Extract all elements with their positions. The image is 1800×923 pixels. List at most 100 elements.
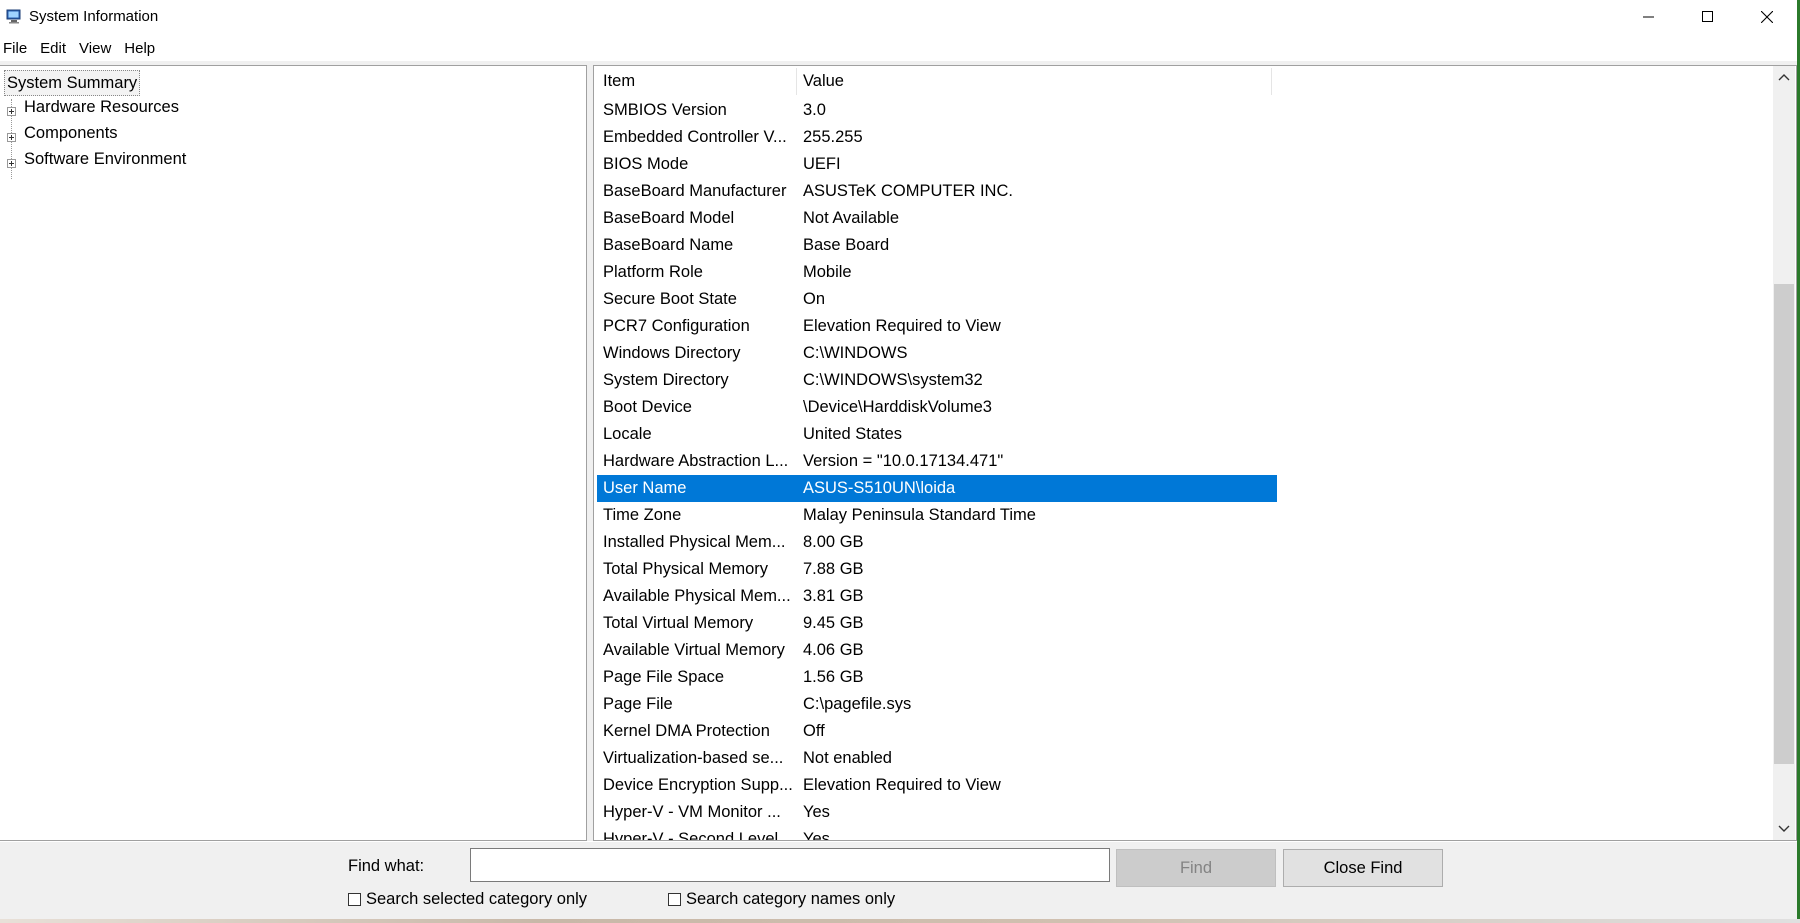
expand-components-icon[interactable]	[7, 133, 16, 142]
tree-item-hardware-resources[interactable]: Hardware Resources	[24, 95, 179, 119]
title-bar[interactable]: System Information	[0, 0, 1797, 34]
row-value-cell: C:\pagefile.sys	[803, 695, 912, 713]
column-header-item[interactable]: Item	[597, 68, 797, 95]
table-row[interactable]: Available Physical Mem... 3.81 GB	[597, 583, 1277, 610]
close-find-button[interactable]: Close Find	[1283, 849, 1443, 887]
table-row[interactable]: Platform Role Mobile	[597, 259, 1277, 286]
category-tree[interactable]: System Summary Hardware Resources Compon…	[0, 65, 587, 841]
row-item-cell: Secure Boot State	[603, 290, 737, 308]
search-selected-category-checkbox[interactable]: Search selected category only	[348, 890, 587, 909]
maximize-button[interactable]	[1679, 0, 1737, 34]
table-row[interactable]: Device Encryption Supp... Elevation Requi…	[597, 772, 1277, 799]
table-row[interactable]: Hyper-V - VM Monitor ... Yes	[597, 799, 1277, 826]
row-value-cell: 255.255	[803, 128, 863, 146]
table-row[interactable]: Page File C:\pagefile.sys	[597, 691, 1277, 718]
row-item-cell: Kernel DMA Protection	[603, 722, 770, 740]
tree-item-software-environment[interactable]: Software Environment	[24, 147, 186, 171]
table-row[interactable]: Total Virtual Memory 9.45 GB	[597, 610, 1277, 637]
close-button[interactable]	[1738, 0, 1796, 34]
table-row[interactable]: PCR7 Configuration Elevation Required to …	[597, 313, 1277, 340]
taskbar-edge	[0, 919, 1800, 923]
find-button[interactable]: Find	[1116, 849, 1276, 887]
table-row[interactable]: BIOS Mode UEFI	[597, 151, 1277, 178]
scroll-up-button[interactable]	[1773, 66, 1795, 88]
row-item-cell: Embedded Controller V...	[603, 128, 787, 146]
find-what-label: Find what:	[348, 857, 425, 875]
row-item-cell: BaseBoard Model	[603, 209, 735, 227]
tree-item-components[interactable]: Components	[24, 121, 118, 145]
row-value-cell: ASUS-S510UN\loida	[803, 479, 956, 497]
table-row[interactable]: Locale United States	[597, 421, 1277, 448]
scroll-thumb[interactable]	[1774, 284, 1794, 764]
table-row[interactable]: Boot Device \Device\HarddiskVolume3	[597, 394, 1277, 421]
row-item-cell: Platform Role	[603, 263, 703, 281]
row-value-cell: Not Available	[803, 209, 900, 227]
row-value-cell: 3.81 GB	[803, 587, 864, 605]
row-item-cell: User Name	[603, 479, 687, 497]
row-value-cell: Not enabled	[803, 749, 892, 767]
menu-edit[interactable]: Edit	[37, 37, 72, 61]
row-item-cell: Available Physical Mem...	[603, 587, 791, 605]
table-row[interactable]: Page File Space 1.56 GB	[597, 664, 1277, 691]
table-row[interactable]: Kernel DMA Protection Off	[597, 718, 1277, 745]
row-value-cell: UEFI	[803, 155, 841, 173]
row-item-cell: Page File	[603, 695, 673, 713]
row-value-cell: 3.0	[803, 101, 826, 119]
row-item-cell: Total Virtual Memory	[603, 614, 754, 632]
table-row[interactable]: User Name ASUS-S510UN\loida	[597, 475, 1277, 502]
row-item-cell: Page File Space	[603, 668, 725, 686]
window-title: System Information	[29, 8, 159, 25]
row-value-cell: United States	[803, 425, 903, 443]
table-row[interactable]: Windows Directory C:\WINDOWS	[597, 340, 1277, 367]
table-row[interactable]: System Directory C:\WINDOWS\system32	[597, 367, 1277, 394]
table-row[interactable]: Virtualization-based se... Not enabled	[597, 745, 1277, 772]
menu-file[interactable]: File	[0, 37, 33, 61]
table-row[interactable]: Time Zone Malay Peninsula Standard Time	[597, 502, 1277, 529]
row-item-cell: SMBIOS Version	[603, 101, 727, 119]
table-row[interactable]: BaseBoard Model Not Available	[597, 205, 1277, 232]
table-row[interactable]: Available Virtual Memory 4.06 GB	[597, 637, 1277, 664]
table-row[interactable]: Installed Physical Mem... 8.00 GB	[597, 529, 1277, 556]
menu-help[interactable]: Help	[121, 37, 161, 61]
row-item-cell: Installed Physical Mem...	[603, 533, 786, 551]
row-item-cell: BaseBoard Name	[603, 236, 734, 254]
row-value-cell: C:\WINDOWS	[803, 344, 908, 362]
table-row[interactable]: BaseBoard Manufacturer ASUSTeK COMPUTER I…	[597, 178, 1277, 205]
row-item-cell: Locale	[603, 425, 652, 443]
find-bar: Find what: Find Close Find Search select…	[0, 842, 1797, 920]
expand-hardware-resources-icon[interactable]	[7, 107, 16, 116]
checkbox-box[interactable]	[348, 893, 361, 906]
search-selected-category-label: Search selected category only	[366, 890, 588, 908]
row-item-cell: Available Virtual Memory	[603, 641, 785, 659]
row-value-cell: Version = "10.0.17134.471"	[803, 452, 1004, 470]
row-item-cell: Device Encryption Supp...	[603, 776, 793, 794]
row-value-cell: 1.56 GB	[803, 668, 864, 686]
menu-view[interactable]: View	[76, 37, 117, 61]
table-row[interactable]: BaseBoard Name Base Board	[597, 232, 1277, 259]
checkbox-box[interactable]	[668, 893, 681, 906]
table-row[interactable]: SMBIOS Version 3.0	[597, 97, 1277, 124]
column-header-value[interactable]: Value	[797, 68, 1272, 95]
row-item-cell: Time Zone	[603, 506, 682, 524]
expand-software-environment-icon[interactable]	[7, 159, 16, 168]
minimize-icon	[1643, 16, 1654, 18]
table-row[interactable]: Embedded Controller V... 255.255	[597, 124, 1277, 151]
row-value-cell: Base Board	[803, 236, 890, 254]
table-row[interactable]: Secure Boot State On	[597, 286, 1277, 313]
vertical-scrollbar[interactable]	[1773, 66, 1795, 840]
row-value-cell: Malay Peninsula Standard Time	[803, 506, 1036, 524]
table-row[interactable]: Hyper-V - Second Level ... Yes	[597, 826, 1277, 841]
minimize-button[interactable]	[1620, 0, 1678, 34]
table-row[interactable]: Total Physical Memory 7.88 GB	[597, 556, 1277, 583]
table-row[interactable]: Hardware Abstraction L... Version = "10.0…	[597, 448, 1277, 475]
search-category-names-checkbox[interactable]: Search category names only	[668, 890, 895, 909]
tree-item-system-summary[interactable]: System Summary	[4, 70, 141, 96]
row-value-cell: Off	[803, 722, 825, 740]
row-value-cell: Yes	[803, 830, 830, 841]
row-value-cell: On	[803, 290, 826, 308]
details-list[interactable]: Item Value SMBIOS Version 3.0 Embedded Con…	[593, 65, 1797, 841]
find-what-input[interactable]	[470, 848, 1110, 882]
row-item-cell: Hardware Abstraction L...	[603, 452, 789, 470]
row-value-cell: Mobile	[803, 263, 852, 281]
scroll-down-button[interactable]	[1773, 818, 1795, 840]
